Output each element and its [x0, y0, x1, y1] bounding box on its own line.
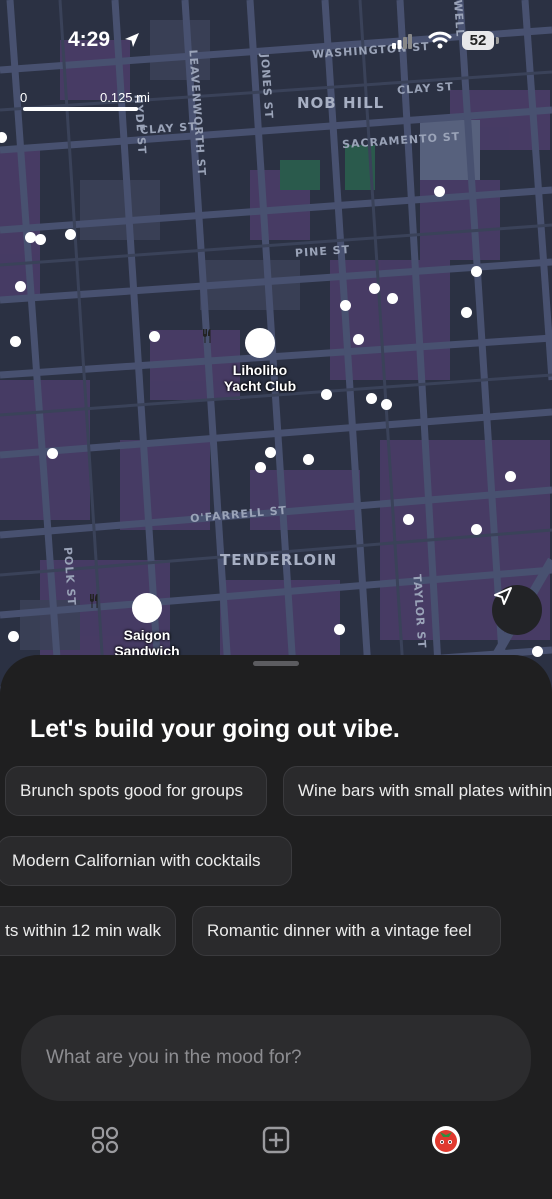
map-place-dot[interactable]	[255, 462, 266, 473]
map-place-dot[interactable]	[434, 186, 445, 197]
poi-liholiho-yacht-club[interactable]: Liholiho Yacht Club	[200, 328, 320, 394]
battery-indicator: 52	[462, 31, 494, 50]
suggestion-chip[interactable]: Brunch spots good for groups	[5, 766, 267, 816]
tomato-avatar-icon[interactable]	[431, 1125, 461, 1155]
map-place-dot[interactable]	[369, 283, 380, 294]
scale-start-label: 0	[20, 90, 28, 105]
suggestion-chip[interactable]: Modern Californian with cocktails	[0, 836, 292, 886]
fork-knife-icon	[90, 593, 162, 623]
map-place-dot[interactable]	[505, 471, 516, 482]
map-scale: 0 0.125 mi	[20, 90, 160, 116]
navigation-arrow-icon	[494, 587, 512, 605]
map-place-dot[interactable]	[381, 399, 392, 410]
map-place-dot[interactable]	[35, 234, 46, 245]
suggestion-chip[interactable]: Romantic dinner with a vintage feel	[192, 906, 501, 956]
poi-saigon-sandwich[interactable]: Saigon Sandwich	[87, 593, 207, 659]
map-place-dot[interactable]	[149, 331, 160, 342]
map-place-dot[interactable]	[340, 300, 351, 311]
scale-end-label: 0.125 mi	[100, 90, 150, 105]
map-place-dot[interactable]	[47, 448, 58, 459]
bottom-sheet[interactable]: Let's build your going out vibe. Brunch …	[0, 655, 552, 1199]
map-place-dot[interactable]	[8, 631, 19, 642]
fork-knife-icon	[203, 328, 275, 358]
map-place-dot[interactable]	[353, 334, 364, 345]
map-place-dot[interactable]	[334, 624, 345, 635]
map-place-dot[interactable]	[366, 393, 377, 404]
status-bar: 4:29 52	[0, 0, 552, 80]
map-place-dot[interactable]	[321, 389, 332, 400]
map-place-dot[interactable]	[532, 646, 543, 657]
map-place-dot[interactable]	[65, 229, 76, 240]
map-place-dot[interactable]	[471, 524, 482, 535]
suggestion-chips: Brunch spots good for groups Wine bars w…	[0, 655, 552, 1199]
wifi-icon	[428, 31, 452, 49]
plus-square-icon[interactable]	[261, 1125, 291, 1155]
cellular-signal-icon	[392, 34, 412, 49]
area-label-nob-hill: NOB HILL	[297, 94, 385, 112]
map-place-dot[interactable]	[387, 293, 398, 304]
grid-icon[interactable]	[90, 1125, 120, 1155]
suggestion-chip[interactable]: ts within 12 min walk	[0, 906, 176, 956]
map-place-dot[interactable]	[303, 454, 314, 465]
location-arrow-icon	[125, 33, 139, 47]
locate-me-button[interactable]	[492, 585, 542, 635]
area-label-tenderloin: TENDERLOIN	[220, 551, 338, 569]
map-place-dot[interactable]	[265, 447, 276, 458]
map-place-dot[interactable]	[461, 307, 472, 318]
battery-tip	[496, 37, 499, 44]
map-place-dot[interactable]	[15, 281, 26, 292]
scale-bar	[23, 107, 138, 111]
map-view[interactable]: WASHINGTON ST CLAY ST CLAY ST SACRAMENTO…	[0, 0, 552, 700]
suggestion-chip[interactable]: Wine bars with small plates within	[283, 766, 552, 816]
status-time: 4:29	[68, 28, 111, 51]
mood-search-input[interactable]: What are you in the mood for?	[21, 1015, 531, 1101]
map-place-dot[interactable]	[403, 514, 414, 525]
poi-name: Liholiho Yacht Club	[223, 362, 297, 394]
map-place-dot[interactable]	[471, 266, 482, 277]
map-place-dot[interactable]	[10, 336, 21, 347]
